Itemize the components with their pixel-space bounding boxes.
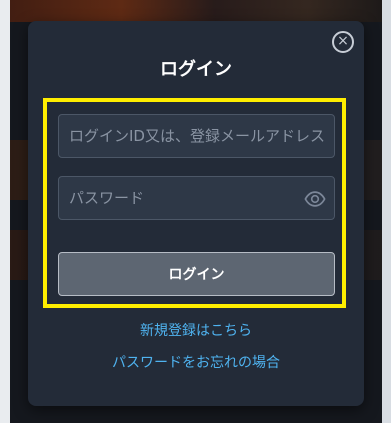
forgot-password-link[interactable]: パスワードをお忘れの場合 [28,352,364,372]
login-modal: × ログイン ログイン 新規登録はこちら パスワードをお忘れの場合 [28,21,364,406]
close-icon[interactable]: × [332,31,354,53]
page-scrollbar-gutter [382,0,391,423]
background-banner [10,0,382,22]
password-field [58,176,335,220]
modal-title: ログイン [160,59,232,80]
register-link[interactable]: 新規登録はこちら [28,320,364,340]
password-input[interactable] [59,177,334,219]
eye-icon[interactable] [304,188,326,210]
login-button[interactable]: ログイン [58,252,335,296]
login-id-input[interactable] [59,115,334,157]
login-id-field [58,114,335,158]
